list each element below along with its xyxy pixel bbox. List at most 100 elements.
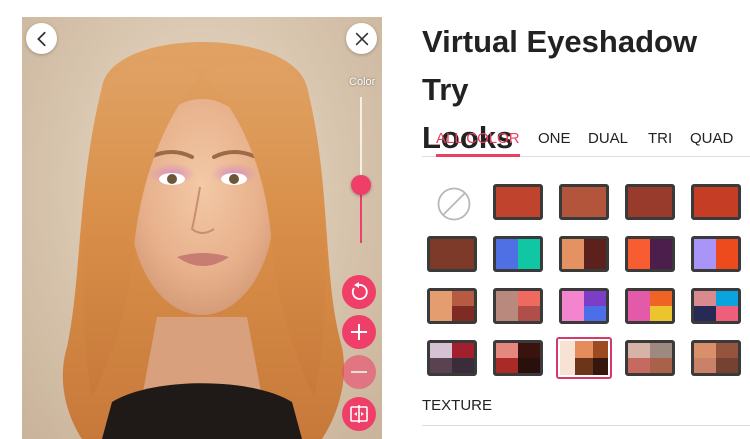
chevron-left-icon (36, 31, 46, 46)
palette-color-cell (496, 239, 518, 269)
close-icon (355, 32, 368, 45)
palette-color-cell (430, 291, 452, 306)
palette-swatch[interactable] (625, 236, 675, 272)
palette-color-cell (575, 339, 593, 358)
palette-color-cell (650, 343, 672, 358)
palette-color-cell (430, 343, 452, 358)
palette-color-cell (628, 358, 650, 373)
palette-swatch[interactable] (427, 236, 477, 272)
palette-color-cell (694, 358, 716, 373)
palette-swatch[interactable] (625, 340, 675, 376)
palette-color-cell (518, 306, 540, 321)
palette-color-cell (518, 291, 540, 306)
slider-thumb[interactable] (351, 174, 371, 195)
tab-tri[interactable]: TRI (648, 130, 672, 147)
palette-color-cell (562, 239, 584, 269)
palette-color-cell (584, 306, 606, 321)
palette-swatch[interactable] (625, 184, 675, 220)
color-intensity-slider[interactable] (351, 97, 371, 243)
texture-section-label[interactable]: TEXTURE (422, 397, 492, 414)
palette-color-cell (496, 187, 540, 217)
palette-swatch[interactable] (493, 288, 543, 324)
palette-swatch[interactable] (691, 184, 741, 220)
minus-icon (351, 371, 367, 373)
color-slider-label: Color (349, 76, 376, 88)
palette-color-cell (716, 239, 738, 269)
palette-color-cell (628, 291, 650, 306)
no-color-icon[interactable] (437, 187, 471, 221)
palette-swatch[interactable] (493, 236, 543, 272)
palette-color-cell (452, 306, 474, 321)
palette-color-cell (694, 291, 716, 306)
palette-color-cell (584, 291, 606, 306)
palette-color-cell (716, 343, 738, 358)
palette-color-cell (518, 343, 540, 358)
palette-color-cell (650, 239, 672, 269)
palette-color-cell (628, 343, 650, 358)
texture-divider (422, 425, 750, 426)
palette-swatch[interactable] (427, 288, 477, 324)
reset-icon (351, 282, 368, 300)
palette-swatch[interactable] (427, 340, 477, 376)
palette-color-cell (628, 187, 672, 217)
palette-color-cell (628, 306, 650, 321)
palette-swatch[interactable] (493, 340, 543, 376)
palette-color-cell (694, 306, 716, 321)
compare-icon (350, 405, 368, 423)
face-portrait (62, 42, 345, 439)
palette-color-cell (562, 306, 584, 321)
active-tab-indicator (436, 154, 520, 157)
close-button[interactable] (346, 23, 377, 54)
palette-color-cell (628, 239, 650, 269)
palette-color-cell (575, 358, 593, 377)
palette-color-cell (584, 239, 606, 269)
compare-button[interactable] (342, 397, 376, 431)
palette-color-cell (650, 358, 672, 373)
palette-color-cell (694, 187, 738, 217)
palette-color-cell (430, 306, 452, 321)
palette-color-cell (430, 239, 474, 269)
face-photo-panel: Color (22, 17, 382, 439)
tab-one[interactable]: ONE (538, 130, 571, 147)
palette-color-cell (716, 306, 738, 321)
palette-swatch[interactable] (493, 184, 543, 220)
tab-dual[interactable]: DUAL (588, 130, 628, 147)
tab-quad[interactable]: QUAD (690, 130, 733, 147)
palette-swatch[interactable] (691, 288, 741, 324)
palette-color-cell (592, 339, 610, 358)
palette-color-cell (694, 343, 716, 358)
back-button[interactable] (26, 23, 57, 54)
palette-color-cell (558, 339, 576, 358)
palette-swatch[interactable] (691, 340, 741, 376)
palette-color-cell (694, 239, 716, 269)
plus-icon (351, 324, 367, 340)
palette-color-cell (558, 358, 576, 377)
palette-swatch[interactable] (559, 236, 609, 272)
palette-swatch[interactable] (559, 288, 609, 324)
palette-color-cell (592, 358, 610, 377)
palette-swatch[interactable] (691, 236, 741, 272)
tab-all-color[interactable]: ALL COLOR (436, 130, 520, 147)
palette-color-cell (452, 358, 474, 373)
palette-color-cell (430, 358, 452, 373)
page-title-line1: Virtual Eyeshadow Try (422, 24, 698, 107)
palette-color-cell (716, 291, 738, 306)
palette-color-cell (452, 343, 474, 358)
reset-button[interactable] (342, 275, 376, 309)
palette-color-cell (496, 306, 518, 321)
palette-swatch[interactable] (625, 288, 675, 324)
remove-button[interactable] (342, 355, 376, 389)
add-button[interactable] (342, 315, 376, 349)
palette-color-cell (496, 291, 518, 306)
palette-color-cell (496, 343, 518, 358)
palette-swatch[interactable] (556, 337, 612, 379)
palette-color-cell (650, 306, 672, 321)
palette-swatch[interactable] (559, 184, 609, 220)
palette-color-cell (650, 291, 672, 306)
palette-color-cell (562, 187, 606, 217)
palette-color-cell (518, 239, 540, 269)
palette-color-cell (518, 358, 540, 373)
palette-tabs: ALL COLOR ONE DUAL TRI QUAD (422, 126, 750, 157)
palette-color-cell (452, 291, 474, 306)
palette-color-cell (496, 358, 518, 373)
